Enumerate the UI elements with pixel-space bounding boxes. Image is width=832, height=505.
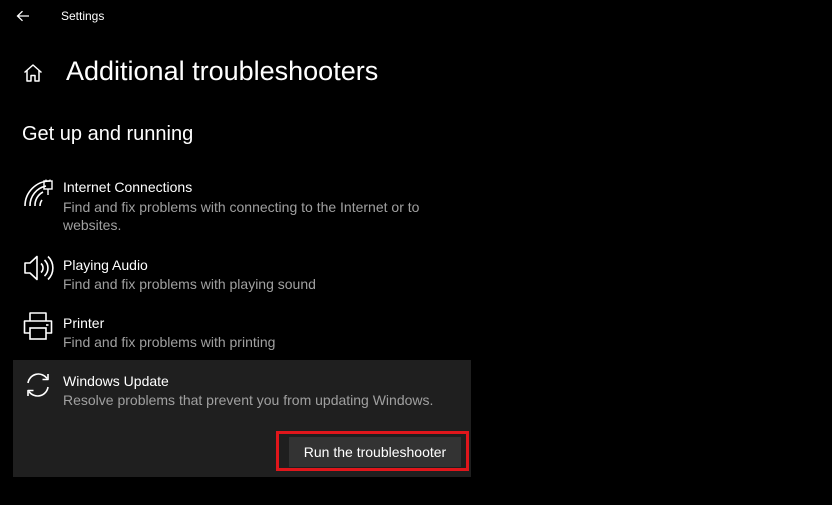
item-description: Resolve problems that prevent you from u…: [63, 392, 434, 408]
back-button[interactable]: [8, 3, 38, 29]
title-bar: Settings: [0, 0, 832, 32]
refresh-icon: [27, 373, 49, 397]
item-description: Find and fix problems with printing: [63, 334, 276, 350]
app-title: Settings: [61, 9, 105, 23]
speaker-icon: [24, 255, 54, 281]
run-troubleshooter-button[interactable]: Run the troubleshooter: [289, 437, 461, 467]
troubleshooter-internet-connections[interactable]: Internet Connections Find and fix proble…: [13, 172, 471, 242]
page-title: Additional troubleshooters: [66, 56, 379, 86]
troubleshooter-playing-audio[interactable]: Playing Audio Find and fix problems with…: [13, 250, 471, 302]
item-name: Playing Audio: [63, 257, 148, 273]
item-name: Windows Update: [63, 373, 169, 389]
printer-icon: [23, 312, 53, 340]
item-name: Printer: [63, 315, 105, 331]
item-name: Internet Connections: [63, 179, 193, 195]
home-icon[interactable]: [22, 62, 44, 84]
section-title: Get up and running: [22, 123, 194, 145]
back-arrow-icon: [16, 10, 29, 22]
troubleshooter-printer[interactable]: Printer Find and fix problems with print…: [13, 308, 471, 360]
item-description: Find and fix problems with playing sound: [63, 276, 316, 292]
item-description: Find and fix problems with connecting to…: [63, 199, 420, 233]
settings-window: Settings Additional troubleshooters Get …: [0, 0, 832, 505]
wifi-network-icon: [24, 179, 53, 207]
